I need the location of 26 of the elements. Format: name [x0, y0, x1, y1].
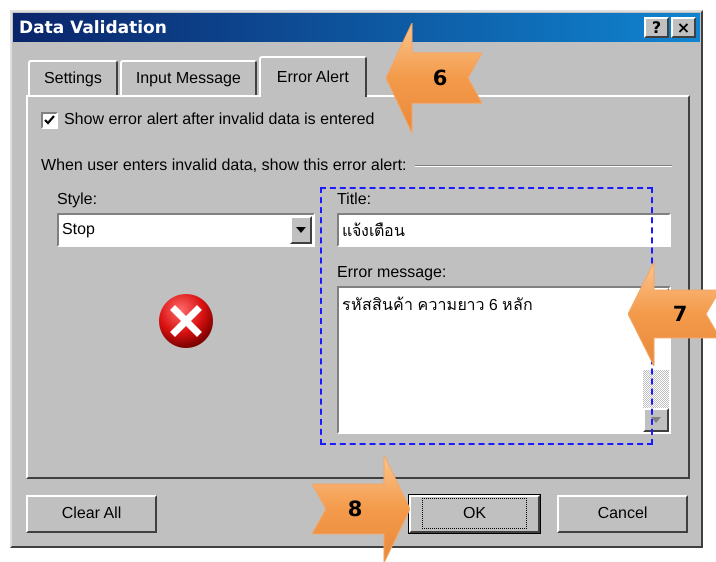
dialog-button[interactable]: Clear All — [26, 495, 157, 533]
callout-number: 6 — [432, 68, 448, 88]
title-input-field[interactable]: แจ้งเตือน — [337, 213, 671, 247]
callout-number: 7 — [672, 304, 688, 324]
group-label: When user enters invalid data, show this error alert: — [41, 157, 406, 175]
tab[interactable]: Error Alert — [258, 56, 367, 97]
checkbox[interactable] — [41, 112, 58, 128]
title-label: Title: — [337, 191, 372, 209]
window-title: Data Validation — [19, 18, 168, 38]
tab[interactable]: Settings — [28, 60, 118, 95]
style-label: Style: — [57, 191, 98, 209]
style-dropdown[interactable]: Stop — [57, 213, 315, 247]
dialog-button[interactable]: Cancel — [557, 495, 688, 533]
help-button[interactable]: ? — [644, 17, 669, 38]
error-message-label: Error message: — [337, 264, 448, 282]
dialog-button[interactable]: OK — [409, 495, 540, 533]
dropdown-button[interactable] — [290, 216, 312, 244]
error-icon — [157, 292, 215, 350]
error-message-field[interactable]: รหัสสินค้า ความยาว 6 หลัก — [337, 286, 671, 434]
down-arrow-icon — [651, 417, 661, 423]
scroll-down-button[interactable] — [643, 408, 669, 432]
close-button[interactable]: × — [671, 17, 696, 38]
checkbox-label[interactable]: Show error alert after invalid data is entered — [64, 111, 374, 129]
down-arrow-icon — [296, 227, 306, 233]
callout-number: 8 — [348, 498, 362, 520]
tab[interactable]: Input Message — [120, 60, 257, 95]
